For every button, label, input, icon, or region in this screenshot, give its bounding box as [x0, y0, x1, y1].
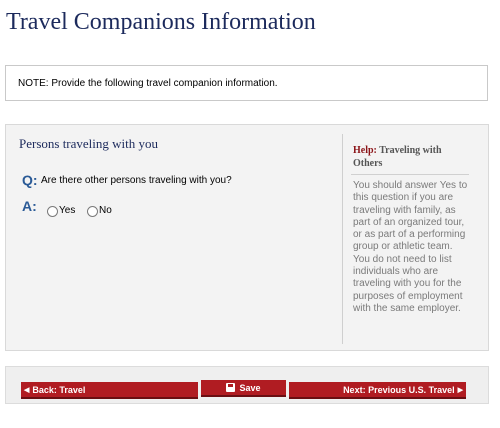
- save-button-label: Save: [239, 382, 261, 393]
- help-title: Help: Traveling with Others: [353, 144, 465, 170]
- note-box: NOTE: Provide the following travel compa…: [5, 65, 488, 101]
- question-text: Are there other persons traveling with y…: [41, 175, 232, 186]
- help-divider: [351, 174, 469, 175]
- next-button-label: Next: Previous U.S. Travel: [343, 384, 455, 395]
- navigation-bar: ◀ Back: Travel Save Next: Previous U.S. …: [5, 366, 489, 404]
- help-text: You should answer Yes to this question i…: [353, 180, 468, 314]
- chevron-left-icon: ◀: [24, 386, 30, 394]
- radio-no-label: No: [99, 205, 112, 216]
- radio-yes-label: Yes: [59, 205, 76, 216]
- question-panel: Persons traveling with you Q: Are there …: [5, 124, 489, 351]
- save-button[interactable]: Save: [201, 380, 286, 397]
- answer-marker: A:: [22, 198, 37, 214]
- section-title: Persons traveling with you: [19, 136, 159, 151]
- back-button-label: Back: Travel: [32, 384, 86, 395]
- radio-no[interactable]: No: [87, 204, 112, 217]
- help-label: Help:: [353, 145, 377, 156]
- radio-yes[interactable]: Yes: [47, 204, 75, 217]
- question-marker: Q:: [22, 172, 38, 188]
- floppy-disk-icon: [226, 383, 236, 392]
- radio-no-circle[interactable]: [87, 206, 98, 217]
- page-title: Travel Companions Information: [6, 9, 316, 35]
- back-button[interactable]: ◀ Back: Travel: [21, 382, 198, 399]
- radio-yes-circle[interactable]: [47, 206, 58, 217]
- note-text: NOTE: Provide the following travel compa…: [18, 78, 278, 89]
- next-button[interactable]: Next: Previous U.S. Travel ▶: [289, 382, 466, 399]
- chevron-right-icon: ▶: [457, 386, 463, 394]
- help-panel: Help: Traveling with Others You should a…: [342, 134, 473, 344]
